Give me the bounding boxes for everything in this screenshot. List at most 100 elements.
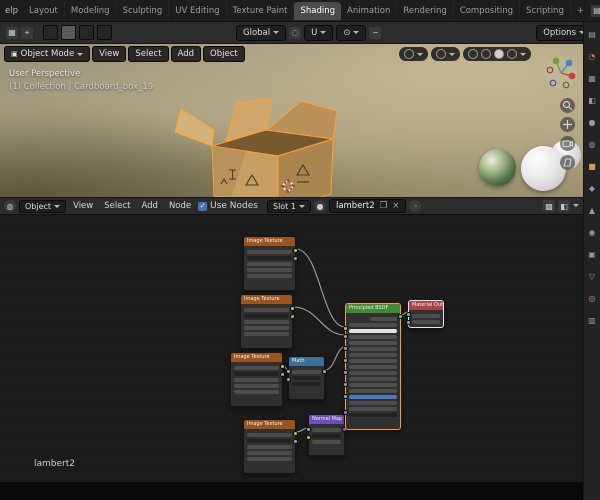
object-tab-icon[interactable]: ■: [588, 162, 596, 171]
tab-scripting[interactable]: Scripting: [520, 1, 571, 20]
node-socket[interactable]: [306, 435, 311, 440]
use-nodes-checkbox[interactable]: ✓: [198, 201, 208, 211]
node-param[interactable]: [247, 445, 292, 449]
node-socket[interactable]: [290, 314, 295, 319]
select-mode-circle[interactable]: [79, 25, 94, 40]
shading-wireframe-button[interactable]: [468, 49, 478, 59]
transform-orientation-dropdown[interactable]: Global: [236, 24, 287, 41]
tab-modeling[interactable]: Modeling: [65, 1, 117, 20]
add-workspace-tab[interactable]: +: [571, 1, 591, 20]
node-socket[interactable]: [343, 394, 348, 399]
editor-type-icon[interactable]: ◍: [4, 200, 16, 212]
node-param[interactable]: [349, 395, 397, 399]
shading-rendered-button[interactable]: [507, 49, 517, 59]
tab-rendering[interactable]: Rendering: [397, 1, 454, 20]
node-param[interactable]: [349, 323, 397, 327]
node-socket[interactable]: [322, 369, 327, 374]
node-image-texture-3[interactable]: Image Texture: [230, 352, 285, 407]
move-view-icon[interactable]: [560, 117, 575, 132]
viewport-menu-select[interactable]: Select: [128, 46, 169, 62]
node-param[interactable]: [312, 434, 341, 438]
node-title[interactable]: Normal Map: [309, 415, 344, 424]
node-param[interactable]: [244, 326, 289, 330]
tab-shading[interactable]: Shading: [294, 1, 342, 20]
physics-tab-icon[interactable]: ◉: [589, 228, 596, 237]
shader-menu-select[interactable]: Select: [100, 201, 134, 211]
node-param[interactable]: [244, 332, 289, 336]
node-title[interactable]: Image Texture: [244, 237, 295, 246]
node-param[interactable]: [349, 347, 397, 351]
node-material-output[interactable]: Material Output: [406, 300, 444, 328]
node-param[interactable]: [244, 320, 289, 324]
node-param[interactable]: [234, 372, 279, 376]
node-param[interactable]: [234, 366, 279, 370]
node-param[interactable]: [244, 314, 289, 318]
shader-menu-view[interactable]: View: [69, 201, 97, 211]
node-param[interactable]: [349, 335, 397, 339]
node-param[interactable]: [312, 440, 341, 444]
select-mode-tweak[interactable]: [43, 25, 58, 40]
node-param[interactable]: [349, 389, 397, 393]
node-param[interactable]: [349, 401, 397, 405]
node-socket[interactable]: [406, 320, 411, 325]
output-tab-icon[interactable]: ▦: [588, 74, 596, 83]
node-socket[interactable]: [293, 439, 298, 444]
pin-icon[interactable]: ◦: [409, 200, 422, 212]
render-tab-icon[interactable]: ◔: [589, 52, 596, 61]
node-param[interactable]: [349, 353, 397, 357]
view-layer-tab-icon[interactable]: ◧: [588, 96, 596, 105]
node-normal-map[interactable]: Normal Map: [306, 414, 347, 456]
node-socket[interactable]: [343, 370, 348, 375]
overlays-toggle[interactable]: [399, 47, 428, 61]
node-param[interactable]: [247, 274, 292, 278]
tab-texture-paint[interactable]: Texture Paint: [227, 1, 295, 20]
node-title[interactable]: Math: [289, 357, 324, 366]
node-socket[interactable]: [293, 256, 298, 261]
node-socket[interactable]: [343, 334, 348, 339]
node-image-texture-4[interactable]: Image Texture: [243, 419, 298, 474]
node-title[interactable]: Image Texture: [241, 295, 292, 304]
shader-node-editor[interactable]: Image Texture Image Texture Image Textur…: [0, 215, 583, 500]
node-socket[interactable]: [290, 306, 295, 311]
texture-tab-icon[interactable]: ▥: [588, 316, 596, 325]
node-param[interactable]: [247, 451, 292, 455]
shader-context-dropdown[interactable]: Object: [19, 199, 67, 213]
snap-dropdown[interactable]: U: [304, 24, 334, 41]
node-socket[interactable]: [293, 248, 298, 253]
node-image-texture-2[interactable]: Image Texture: [240, 294, 295, 349]
shader-menu-node[interactable]: Node: [165, 201, 195, 211]
node-param[interactable]: [349, 365, 397, 369]
node-param[interactable]: [349, 377, 397, 381]
node-socket[interactable]: [406, 312, 411, 317]
viewport-menu-add[interactable]: Add: [170, 46, 202, 62]
node-param[interactable]: [349, 329, 397, 333]
constraints-tab-icon[interactable]: ▣: [588, 250, 596, 259]
overlay-toggle-icon[interactable]: ◧: [558, 200, 570, 212]
node-param[interactable]: [234, 384, 279, 388]
node-param[interactable]: [292, 370, 321, 374]
viewport-menu-view[interactable]: View: [92, 46, 127, 62]
shading-solid-button[interactable]: [481, 49, 491, 59]
mode-selector[interactable]: ▣ Object Mode: [4, 46, 91, 62]
shader-menu-add[interactable]: Add: [137, 201, 161, 211]
tab-animation[interactable]: Animation: [341, 1, 398, 20]
node-param[interactable]: [247, 250, 292, 254]
node-title[interactable]: Image Texture: [231, 353, 282, 362]
viewport-3d[interactable]: ▣ Object Mode View Select Add Object Use…: [0, 44, 583, 197]
node-socket[interactable]: [286, 377, 291, 382]
material-tab-icon[interactable]: ◎: [589, 294, 596, 303]
gizmos-toggle[interactable]: [431, 47, 460, 61]
help-menu[interactable]: elp: [0, 6, 23, 16]
node-param[interactable]: [349, 383, 397, 387]
node-socket[interactable]: [280, 364, 285, 369]
perspective-toggle-icon[interactable]: [560, 155, 575, 170]
data-tab-icon[interactable]: ▽: [589, 272, 595, 281]
node-param[interactable]: [292, 376, 321, 380]
camera-view-icon[interactable]: [560, 136, 575, 151]
copy-material-icon[interactable]: ❐: [380, 201, 388, 211]
tab-compositing[interactable]: Compositing: [454, 1, 521, 20]
node-param[interactable]: [369, 317, 397, 321]
node-param[interactable]: [244, 308, 289, 312]
node-param[interactable]: [349, 371, 397, 375]
node-param[interactable]: [349, 413, 397, 417]
